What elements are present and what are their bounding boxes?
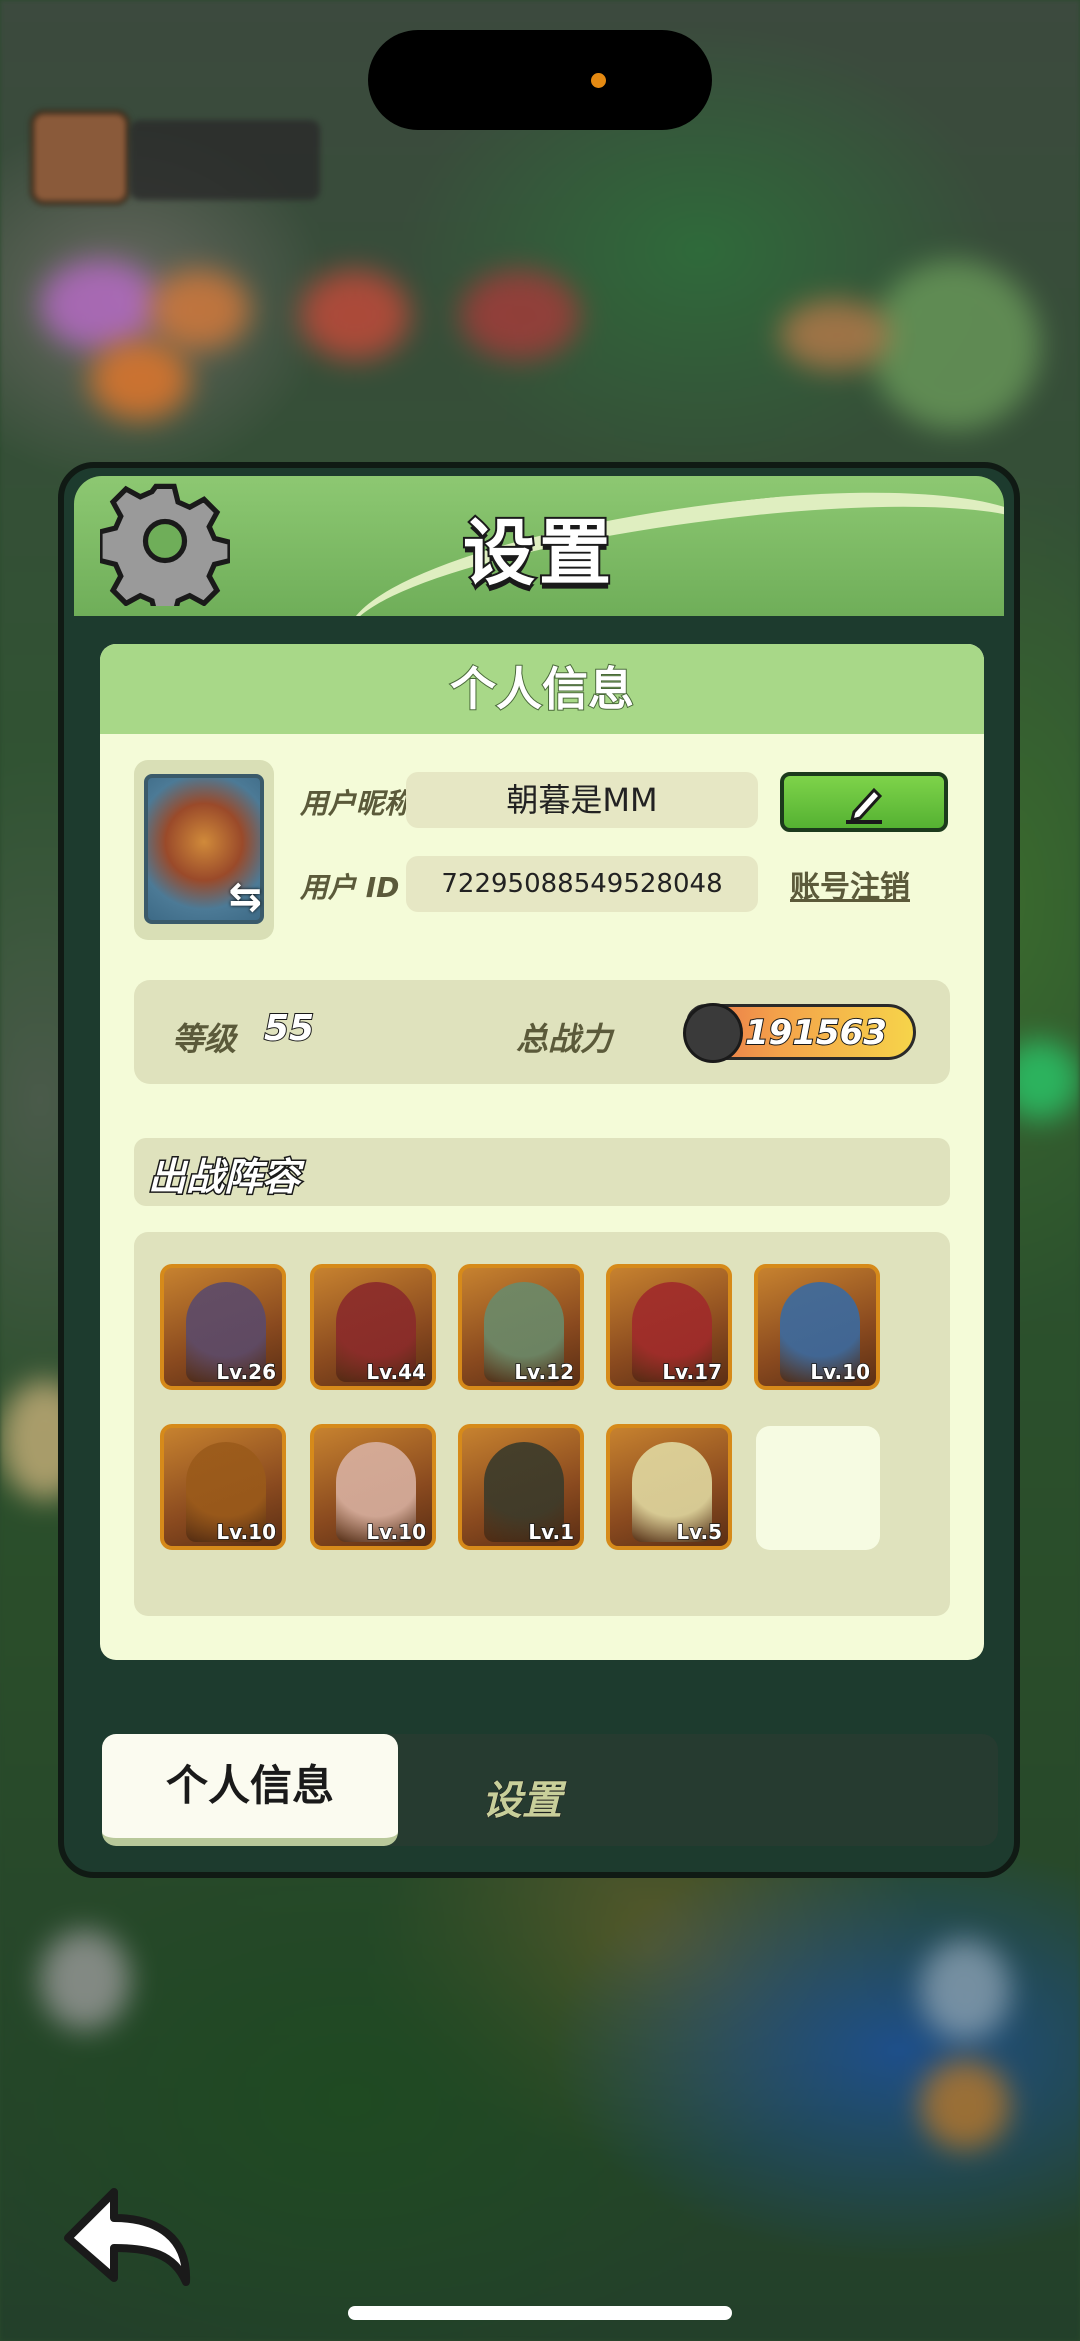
tab-personal-info[interactable]: 个人信息 <box>102 1734 398 1846</box>
hero-level: Lv.5 <box>676 1519 723 1545</box>
hero-slot[interactable]: Lv.12 <box>458 1264 584 1390</box>
player-avatar-hud[interactable] <box>30 110 130 205</box>
avatar-image: ⇆ <box>144 774 264 924</box>
hero-slot[interactable]: Lv.10 <box>754 1264 880 1390</box>
hero-slot[interactable]: Lv.1 <box>458 1424 584 1550</box>
hero-slot[interactable]: Lv.44 <box>310 1264 436 1390</box>
hero-level: Lv.10 <box>810 1359 871 1385</box>
tab-settings[interactable]: 设置 <box>482 1768 563 1826</box>
hero-level: Lv.10 <box>366 1519 427 1545</box>
bottom-tab-bar: 个人信息 设置 <box>102 1734 998 1846</box>
hero-level: Lv.44 <box>366 1359 427 1385</box>
panel-title: 个人信息 <box>100 644 984 734</box>
cancel-account-link[interactable]: 账号注销 <box>790 862 910 906</box>
swap-icon[interactable]: ⇆ <box>228 874 262 920</box>
power-badge: 191563 <box>683 1003 916 1063</box>
empty-hero-slot[interactable] <box>756 1426 880 1550</box>
back-arrow-icon[interactable] <box>58 2178 198 2288</box>
level-label: 等级 <box>172 1020 237 1058</box>
hero-slot[interactable]: Lv.17 <box>606 1264 732 1390</box>
hero-slot[interactable]: Lv.10 <box>160 1424 286 1550</box>
power-label: 总战力 <box>516 1020 613 1058</box>
hero-slot[interactable]: Lv.26 <box>160 1264 286 1390</box>
hero-level: Lv.26 <box>216 1359 277 1385</box>
hero-slot[interactable]: Lv.5 <box>606 1424 732 1550</box>
lineup-title: 出战阵容 <box>146 1154 301 1201</box>
settings-modal: 设置 个人信息 ⇆ 用户昵称 朝暮是MM 用户 ID 7229508854952… <box>58 462 1020 1878</box>
lineup-grid: Lv.26 Lv.44 Lv.12 Lv.17 Lv.10 Lv.10 Lv.1… <box>134 1232 950 1616</box>
nickname-field: 朝暮是MM <box>406 772 758 828</box>
crossed-swords-icon <box>683 1003 743 1063</box>
hero-level: Lv.12 <box>514 1359 575 1385</box>
nickname-label: 用户昵称 <box>300 787 413 820</box>
power-value: 191563 <box>744 1012 888 1054</box>
modal-header: 设置 <box>74 476 1004 616</box>
dynamic-island <box>368 30 712 130</box>
level-value: 55 <box>263 1007 315 1050</box>
hero-level: Lv.17 <box>662 1359 723 1385</box>
hero-slot[interactable]: Lv.10 <box>310 1424 436 1550</box>
modal-title: 设置 <box>461 509 615 597</box>
stats-bar: 等级 55 总战力 191563 <box>134 980 950 1084</box>
personal-info-panel: 个人信息 ⇆ 用户昵称 朝暮是MM 用户 ID 7229508854952804… <box>100 644 984 1660</box>
user-id-label: 用户 ID <box>300 871 400 904</box>
pencil-icon <box>846 787 883 824</box>
home-indicator[interactable] <box>348 2306 732 2320</box>
hero-level: Lv.10 <box>216 1519 277 1545</box>
player-status-hud <box>130 120 320 200</box>
edit-nickname-button[interactable] <box>780 772 948 832</box>
recording-indicator-icon <box>591 73 606 88</box>
hero-level: Lv.1 <box>528 1519 575 1545</box>
lineup-header: 出战阵容 <box>134 1138 950 1206</box>
profile-avatar[interactable]: ⇆ <box>134 760 274 940</box>
user-id-field: 72295088549528048 <box>406 856 758 912</box>
